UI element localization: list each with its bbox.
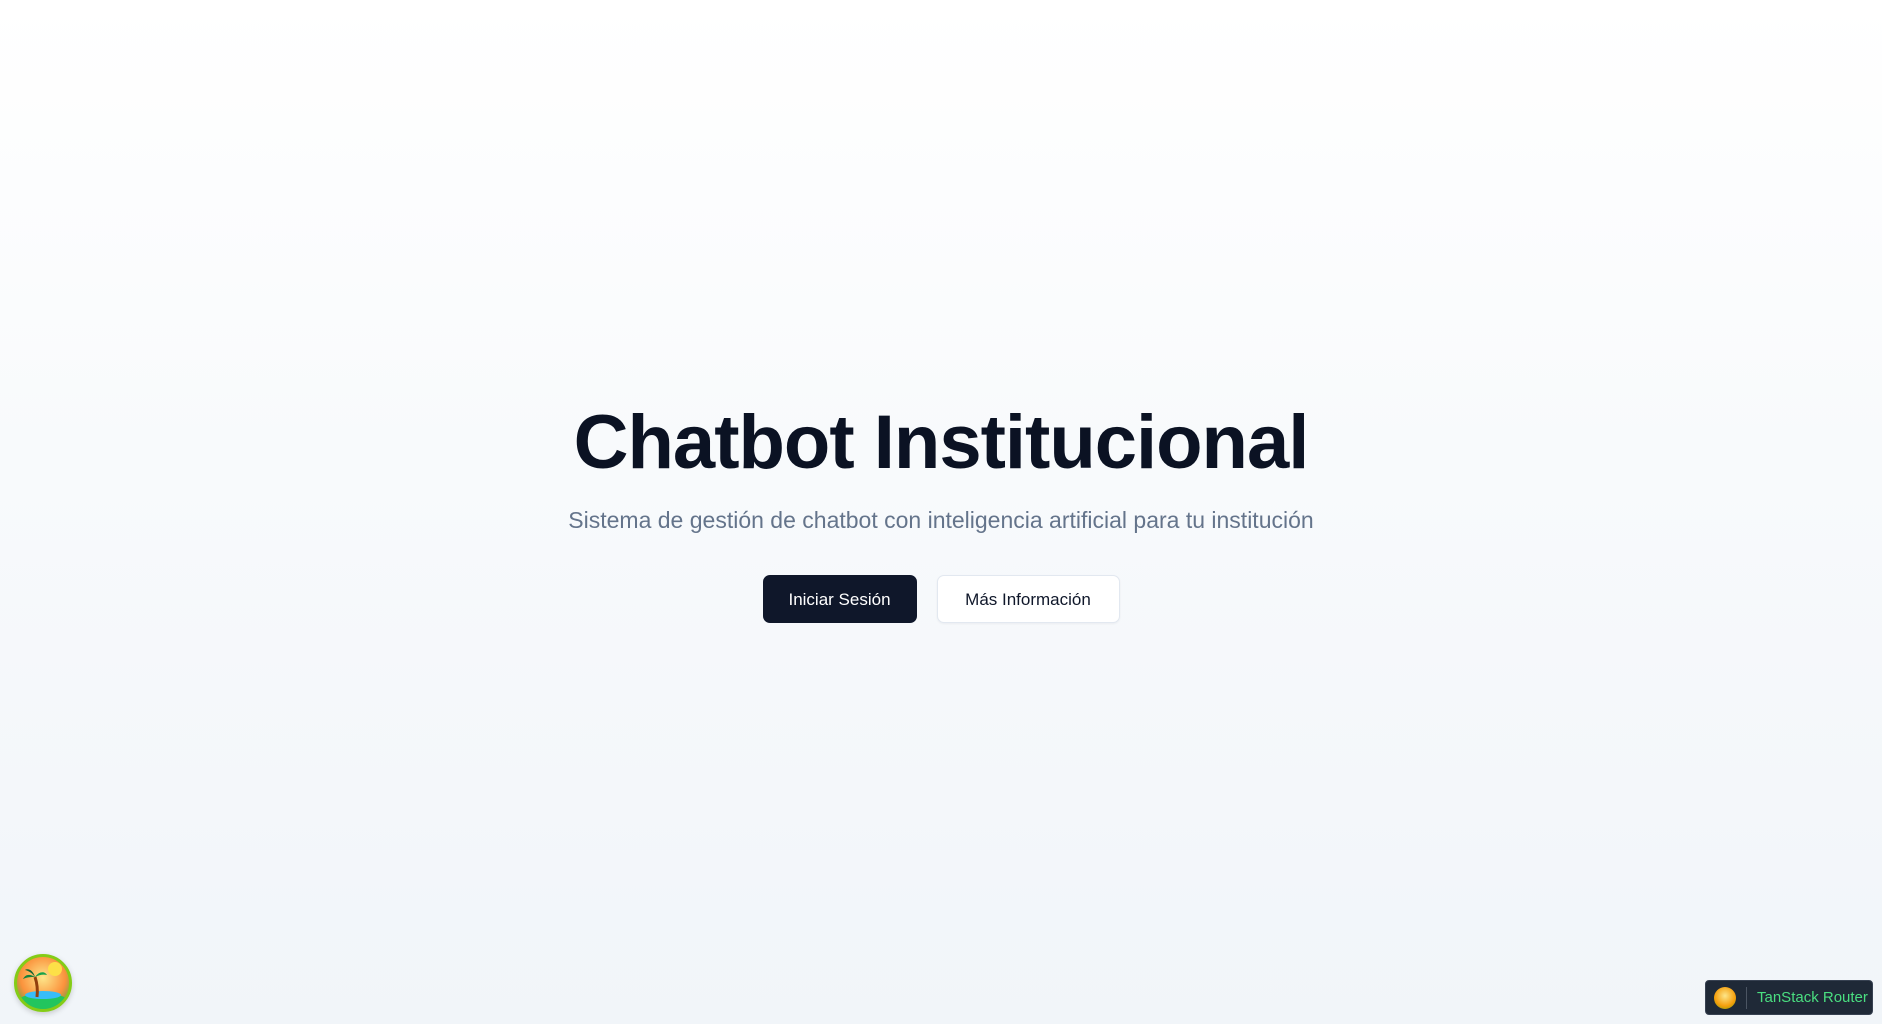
router-devtools-label: TanStack Router: [1757, 989, 1868, 1006]
page-title: Chatbot Institucional: [573, 400, 1310, 485]
more-info-button[interactable]: Más Información: [936, 575, 1120, 623]
devtools-toggle-button[interactable]: [14, 954, 72, 1012]
tanstack-router-devtools-badge[interactable]: TanStack Router: [1705, 980, 1873, 1015]
badge-divider: [1746, 986, 1747, 1009]
tanstack-logo-icon: [1714, 986, 1736, 1009]
hero-actions: Iniciar Sesión Más Información: [0, 575, 1882, 623]
page-subtitle: Sistema de gestión de chatbot con inteli…: [568, 507, 1314, 533]
login-button[interactable]: Iniciar Sesión: [762, 575, 917, 623]
palm-tree-island-icon: [17, 962, 69, 1009]
hero-section: Chatbot Institucional Sistema de gestión…: [0, 0, 1882, 1024]
